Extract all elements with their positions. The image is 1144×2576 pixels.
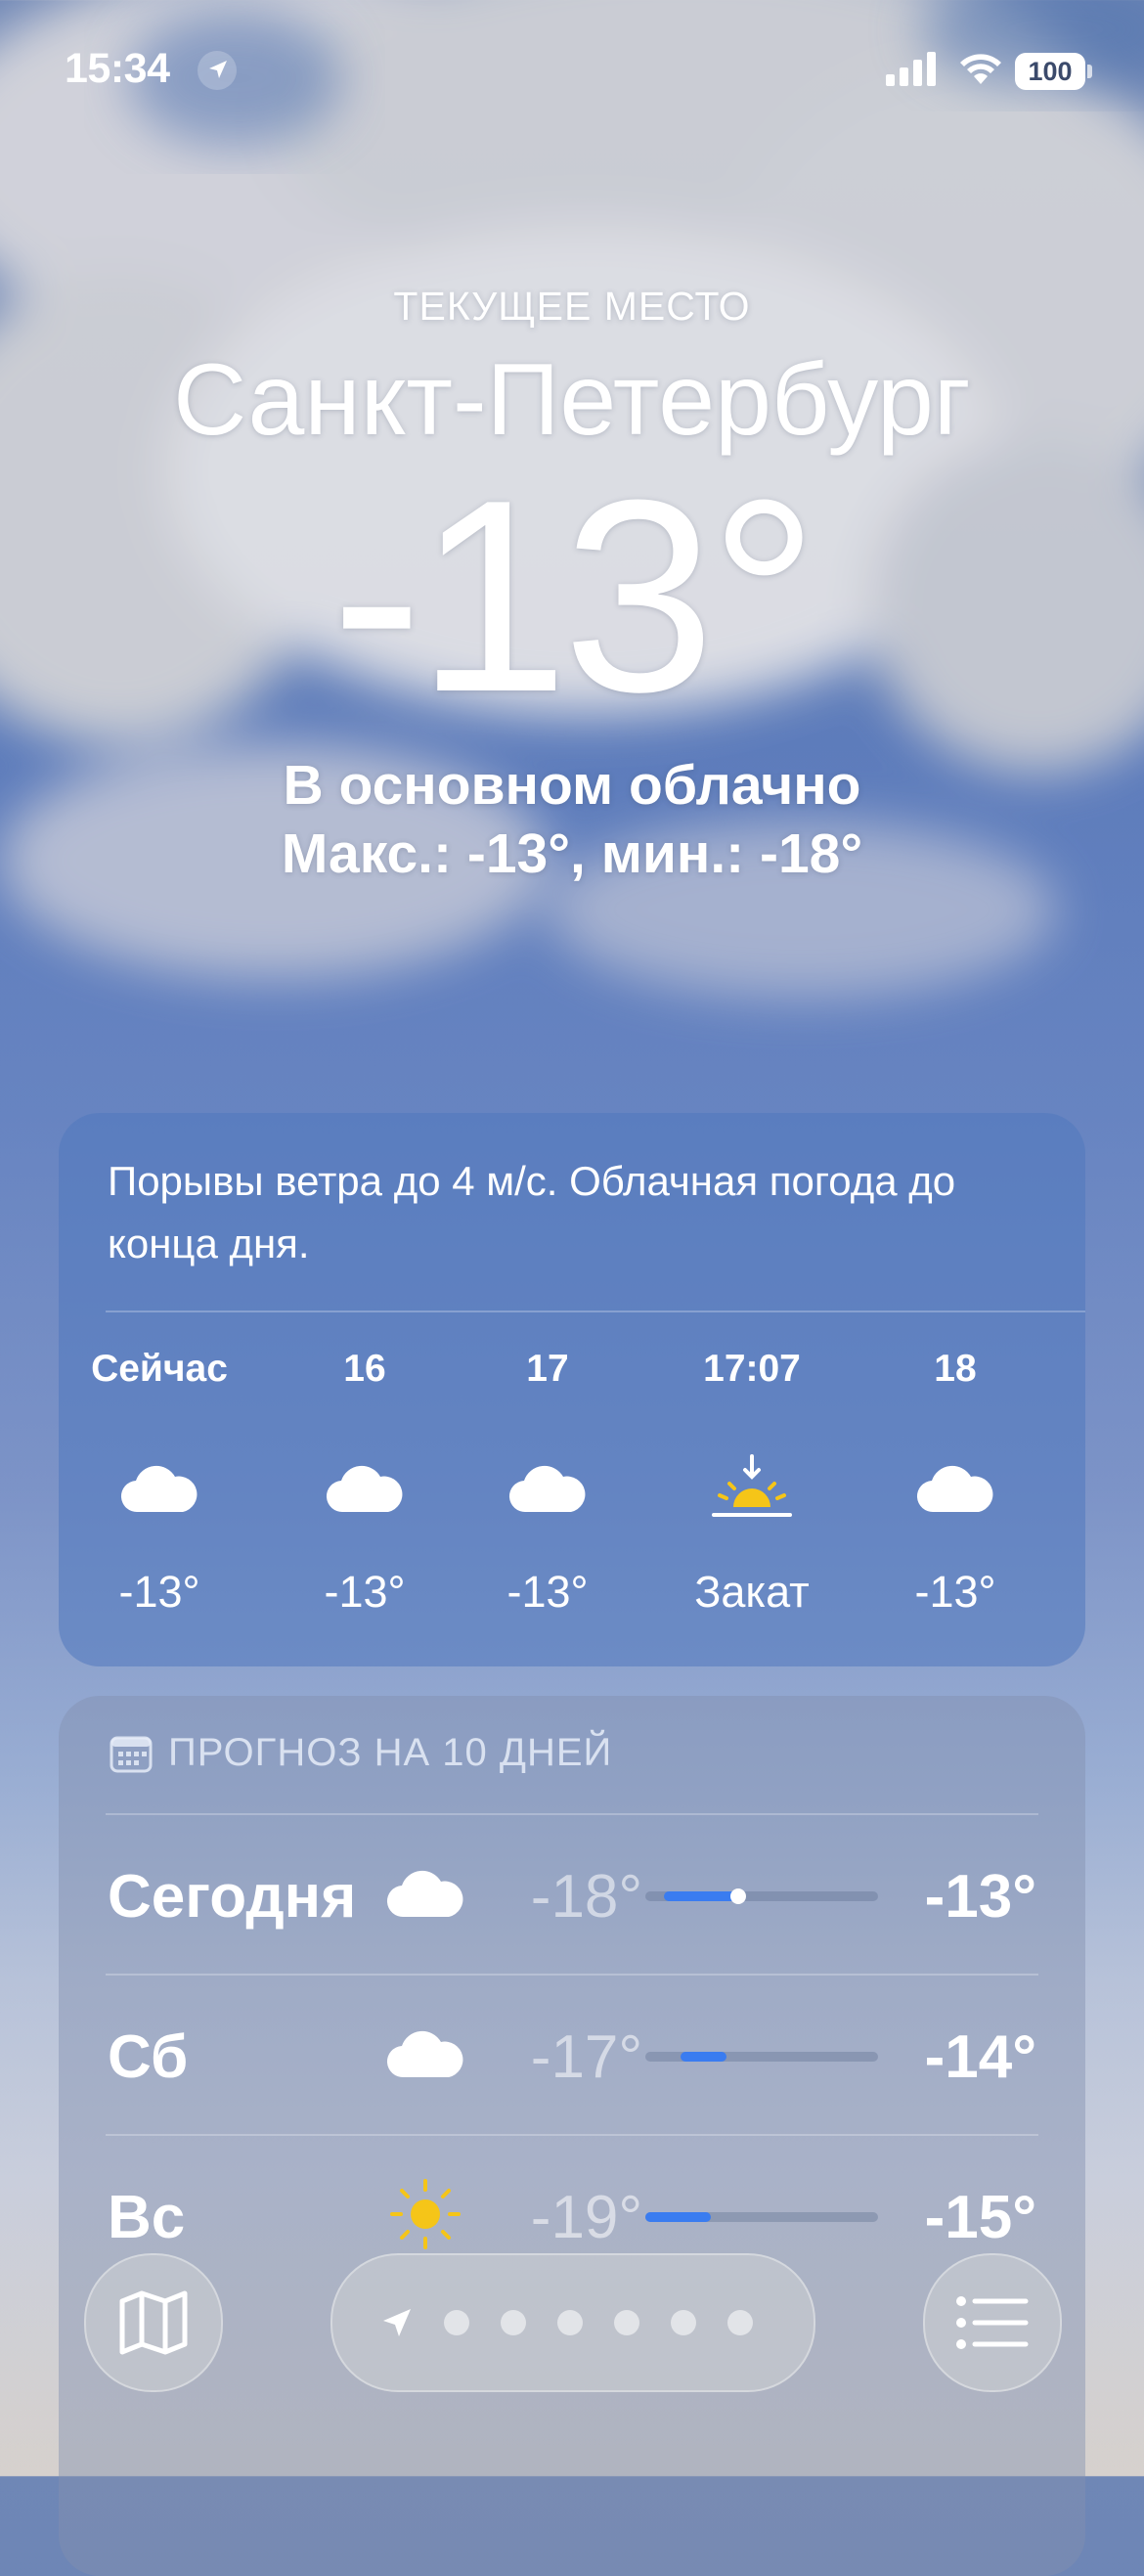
city-name: Санкт-Петербург <box>173 343 971 457</box>
page-dot <box>614 2310 639 2335</box>
temperature-range-bar <box>645 2212 878 2222</box>
location-label: ТЕКУЩЕЕ МЕСТО <box>393 284 751 329</box>
hour-label: 18 <box>934 1348 977 1390</box>
battery-indicator: 100 <box>1015 53 1085 90</box>
hourly-item: 17 -13° <box>469 1340 626 1618</box>
cloud-icon <box>469 1430 626 1547</box>
status-bar: 15:34 100 <box>0 0 1144 147</box>
day-name: Сегодня <box>108 1863 357 1931</box>
hour-label: Сейчас <box>91 1348 228 1390</box>
map-button[interactable] <box>84 2253 223 2392</box>
page-dot <box>557 2310 583 2335</box>
list-icon <box>956 2296 1029 2349</box>
forecast-summary: Порывы ветра до 4 м/с. Облачная погода д… <box>108 1158 956 1266</box>
page-dot <box>727 2310 753 2335</box>
day-name: Сб <box>108 2023 189 2091</box>
day-row-today[interactable]: Сегодня -18° -13° <box>59 1815 1085 1972</box>
cloud-icon <box>877 1430 1034 1547</box>
hourly-item: 18 -13° <box>877 1340 1034 1618</box>
battery-nub <box>1087 65 1092 78</box>
hour-temperature: -13° <box>324 1567 406 1617</box>
day-row-saturday[interactable]: Сб -17° -14° <box>59 1976 1085 2132</box>
hour-label: 17:07 <box>703 1348 801 1390</box>
location-arrow-icon <box>198 51 237 90</box>
ten-day-forecast-card[interactable]: ПРОГНОЗ НА 10 ДНЕЙ Сегодня -18° -13° Сб … <box>59 1696 1085 2576</box>
hourly-forecast-card[interactable]: Порывы ветра до 4 м/с. Облачная погода д… <box>59 1113 1085 1666</box>
divider <box>106 1310 1085 1312</box>
status-time: 15:34 <box>65 45 170 92</box>
page-dot <box>671 2310 696 2335</box>
sun-icon <box>381 2175 469 2253</box>
hour-temperature: -13° <box>118 1567 200 1617</box>
page-dot <box>444 2310 469 2335</box>
page-dot <box>501 2310 526 2335</box>
day-high: -14° <box>924 2023 1036 2091</box>
day-high: -13° <box>924 1863 1036 1931</box>
ten-day-header: ПРОГНОЗ НА 10 ДНЕЙ <box>110 1731 612 1775</box>
temperature-range-bar <box>645 1888 878 1904</box>
wifi-icon <box>960 54 1001 84</box>
weather-condition: В основном облачно <box>283 754 861 817</box>
current-temperature: -13° <box>330 444 819 749</box>
location-pager[interactable] <box>330 2253 815 2392</box>
hourly-item: Сейчас -13° <box>81 1340 238 1618</box>
cloud-icon <box>381 2015 469 2093</box>
hour-label: 16 <box>343 1348 386 1390</box>
hourly-item: 16 -13° <box>286 1340 443 1618</box>
sunset-icon <box>674 1430 830 1547</box>
cloud-icon <box>381 1854 469 1932</box>
temperature-range-fill <box>680 2052 727 2062</box>
current-temperature-dot <box>730 1888 747 1904</box>
cellular-signal-icon <box>886 52 936 86</box>
hour-temperature: -13° <box>914 1567 996 1617</box>
cloud-icon <box>81 1430 238 1547</box>
cloud-icon <box>286 1430 443 1547</box>
temperature-range-fill <box>645 2212 711 2222</box>
city-list-button[interactable] <box>923 2253 1062 2392</box>
day-name: Вс <box>108 2184 186 2251</box>
ten-day-title: ПРОГНОЗ НА 10 ДНЕЙ <box>168 1731 613 1774</box>
hourly-item: 17:07 Закат <box>674 1340 830 1618</box>
map-icon <box>119 2290 188 2355</box>
temperature-range-fill <box>664 1891 739 1901</box>
high-low: Макс.: -13°, мин.: -18° <box>281 822 863 885</box>
current-location-icon <box>383 2309 411 2336</box>
hour-label: 17 <box>526 1348 569 1390</box>
temperature-range-bar <box>645 2052 878 2062</box>
calendar-icon <box>110 1736 153 1772</box>
hour-temperature: -13° <box>506 1567 589 1617</box>
sunset-label: Закат <box>694 1567 810 1617</box>
day-high: -15° <box>924 2184 1036 2251</box>
